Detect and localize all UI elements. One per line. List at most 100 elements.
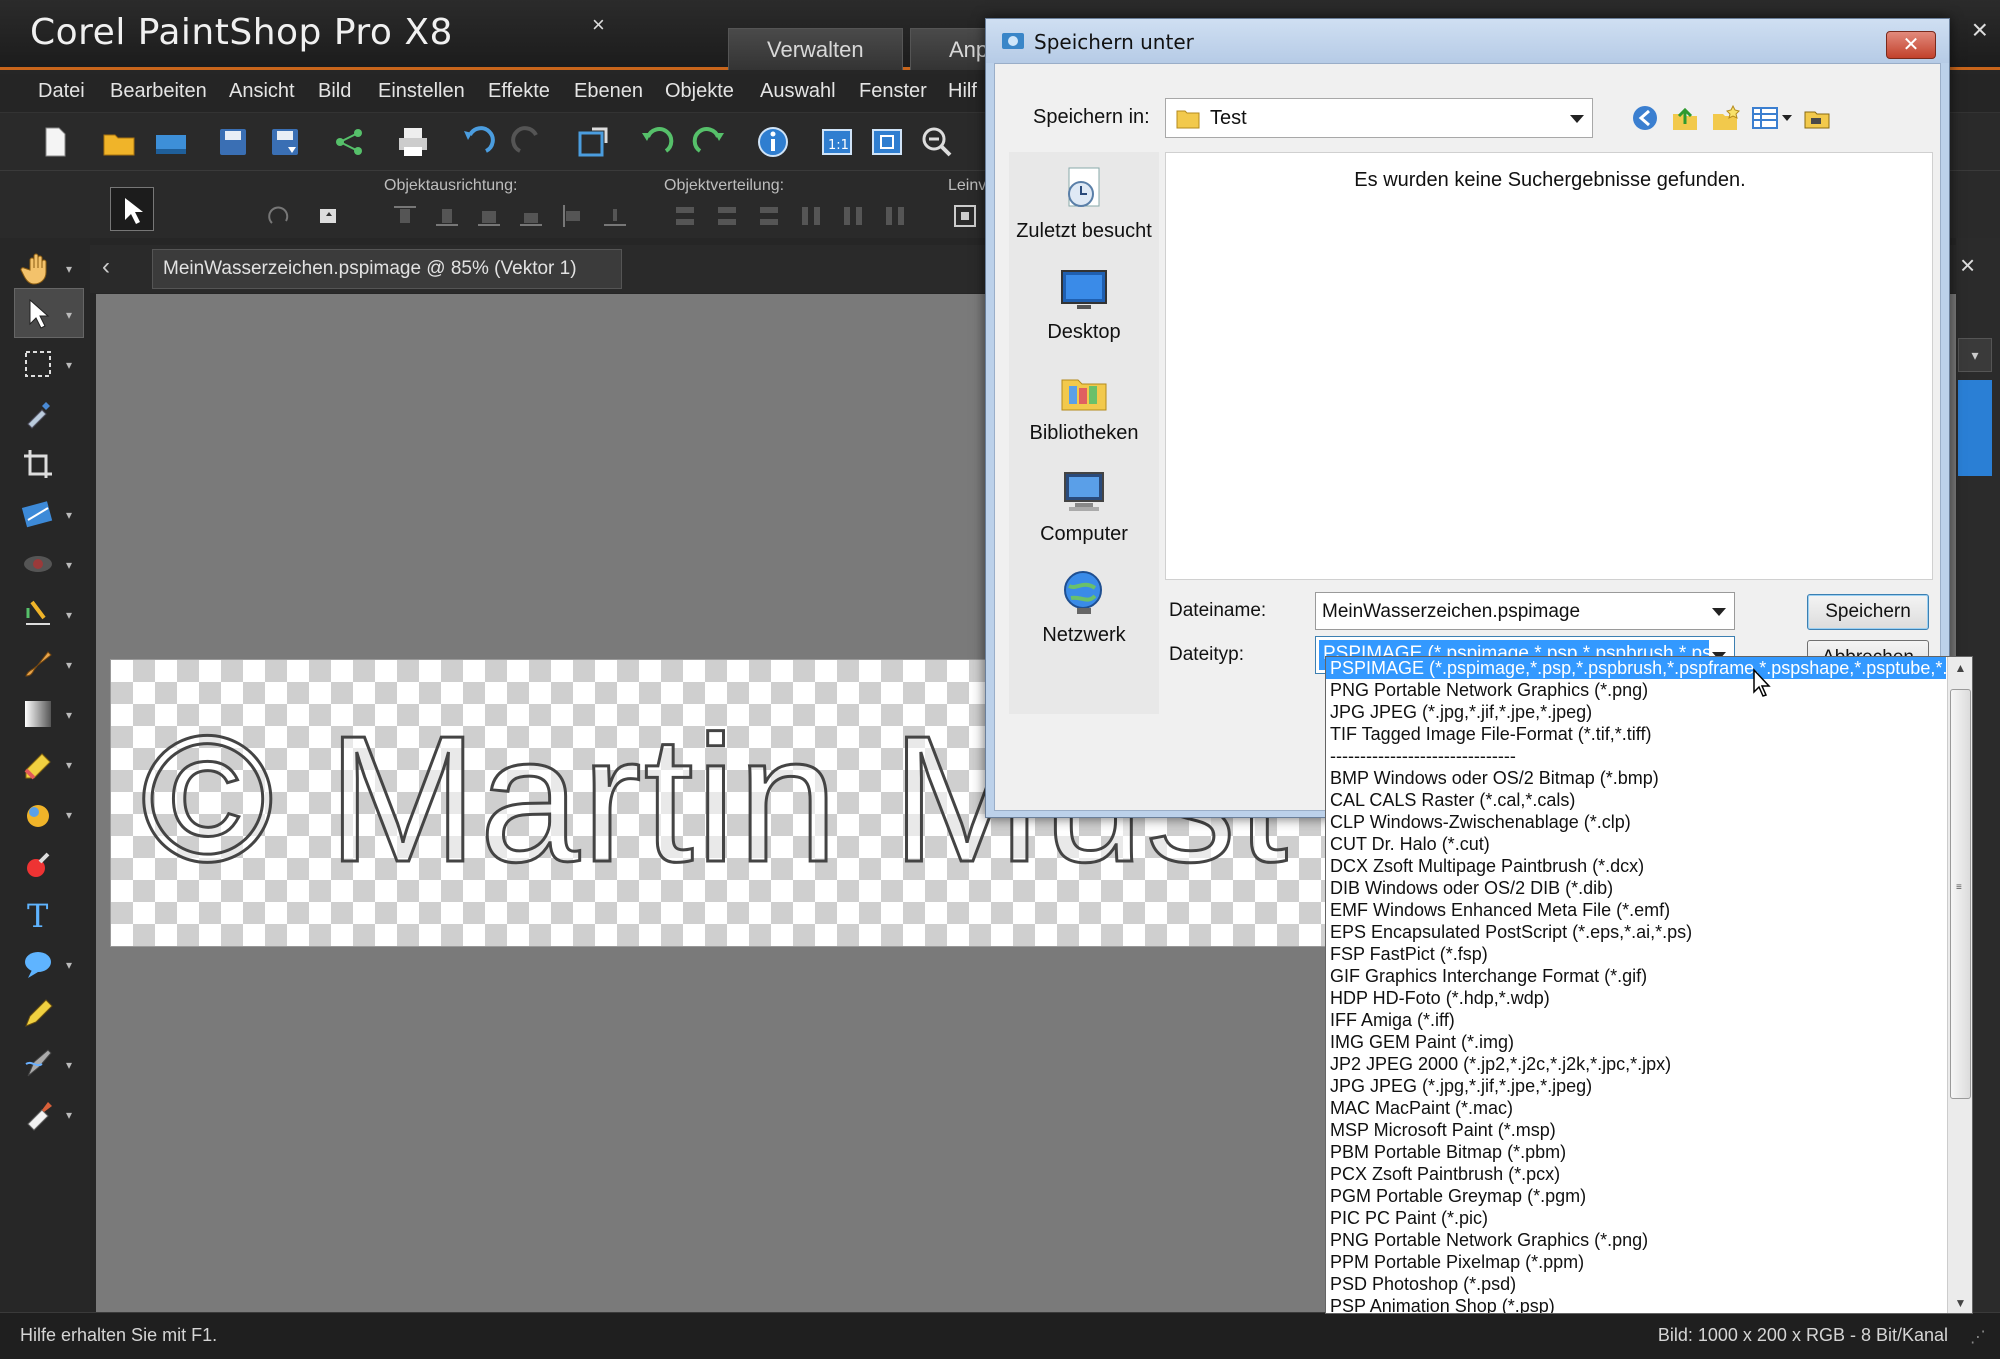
info-icon[interactable] [754, 123, 792, 161]
panel-close-icon[interactable]: × [1960, 250, 1975, 281]
warp-brush-icon[interactable] [18, 1044, 58, 1084]
filetype-option[interactable]: HDP HD-Foto (*.hdp,*.wdp) [1326, 987, 1946, 1009]
scroll-down-icon[interactable]: ▼ [1948, 1292, 1972, 1313]
scanner-icon[interactable] [152, 123, 190, 161]
share-icon[interactable] [330, 123, 368, 161]
filetype-option[interactable]: GIF Graphics Interchange Format (*.gif) [1326, 965, 1946, 987]
filetype-option[interactable]: BMP Windows oder OS/2 Bitmap (*.bmp) [1326, 767, 1946, 789]
save-button[interactable]: Speichern [1807, 594, 1929, 630]
pick-arrow-icon[interactable] [18, 294, 58, 334]
filetype-option[interactable]: FSP FastPict (*.fsp) [1326, 943, 1946, 965]
straighten-dropdown[interactable]: ▾ [66, 508, 76, 522]
new-folder-icon[interactable] [1709, 102, 1741, 134]
filetype-option[interactable]: IFF Amiga (*.iff) [1326, 1009, 1946, 1031]
filetype-option[interactable]: MSP Microsoft Paint (*.msp) [1326, 1119, 1946, 1141]
window-close-button[interactable]: × [1972, 14, 1988, 46]
pan-hand-icon[interactable] [18, 248, 58, 288]
filename-dropdown-icon[interactable] [1712, 608, 1726, 616]
menu-datei[interactable]: Datei [38, 80, 85, 103]
align-center-icon[interactable] [474, 201, 504, 231]
document-tab-close-icon[interactable]: × [592, 12, 605, 38]
filetype-option[interactable]: PGM Portable Greymap (*.pgm) [1326, 1185, 1946, 1207]
straighten-icon[interactable] [18, 494, 58, 534]
filetype-option[interactable]: TIF Tagged Image File-Format (*.tif,*.ti… [1326, 723, 1946, 745]
menu-bild[interactable]: Bild [318, 80, 351, 103]
oil-brush-dropdown[interactable]: ▾ [66, 1108, 76, 1122]
filetype-option[interactable]: ------------------------------- [1326, 745, 1946, 767]
dropdown-scrollbar[interactable]: ▲ ≡ ▼ [1947, 657, 1972, 1313]
menu-ebenen[interactable]: Ebenen [574, 80, 643, 103]
filetype-option[interactable]: PSP Animation Shop (*.psp) [1326, 1295, 1946, 1313]
filetype-option[interactable]: CAL CALS Raster (*.cal,*.cals) [1326, 789, 1946, 811]
filetype-option[interactable]: PCX Zsoft Paintbrush (*.pcx) [1326, 1163, 1946, 1185]
eraser-icon[interactable] [18, 744, 58, 784]
distribute-bottom-icon[interactable] [754, 201, 784, 231]
selection-rect-icon[interactable] [18, 344, 58, 384]
filetype-option[interactable]: JPG JPEG (*.jpg,*.jif,*.jpe,*.jpeg) [1326, 701, 1946, 723]
dialog-titlebar[interactable]: Speichern unter ✕ [986, 19, 1949, 63]
menu-auswahl[interactable]: Auswahl [760, 80, 836, 103]
zoom-out-icon[interactable] [918, 123, 956, 161]
crop-icon[interactable] [18, 444, 58, 484]
undo-icon[interactable] [458, 123, 496, 161]
selection-dropdown[interactable]: ▾ [66, 358, 76, 372]
filetype-option[interactable]: PNG Portable Network Graphics (*.png) [1326, 1229, 1946, 1251]
align-left-icon[interactable] [558, 201, 588, 231]
pan-tool-dropdown[interactable]: ▾ [66, 262, 76, 276]
place-libraries[interactable]: Bibliotheken [1009, 366, 1159, 466]
text-tool-icon[interactable]: T [18, 894, 58, 935]
align-top-icon[interactable] [390, 201, 420, 231]
save-as-icon[interactable] [266, 123, 304, 161]
filetype-option[interactable]: PBM Portable Bitmap (*.pbm) [1326, 1141, 1946, 1163]
filetype-option[interactable]: PPM Portable Pixelmap (*.ppm) [1326, 1251, 1946, 1273]
menu-hilfe[interactable]: Hilf [948, 80, 977, 103]
tabs-scroll-left-icon[interactable]: ‹ [102, 253, 110, 281]
filetype-option-selected[interactable]: PSPIMAGE (*.pspimage,*.psp,*.pspbrush,*.… [1326, 657, 1946, 679]
save-icon[interactable] [214, 123, 252, 161]
filetype-option[interactable]: EMF Windows Enhanced Meta File (*.emf) [1326, 899, 1946, 921]
filetype-option[interactable]: IMG GEM Paint (*.img) [1326, 1031, 1946, 1053]
place-desktop[interactable]: Desktop [1009, 265, 1159, 365]
warp-dropdown[interactable]: ▾ [66, 1058, 76, 1072]
menu-objekte[interactable]: Objekte [665, 80, 734, 103]
gradient-fill-icon[interactable] [18, 694, 58, 734]
panel-scroll-thumb[interactable] [1958, 380, 1992, 476]
preset-shape-icon[interactable] [18, 944, 58, 984]
convert-object-icon[interactable] [314, 201, 344, 231]
menu-effekte[interactable]: Effekte [488, 80, 550, 103]
pick-tool-dropdown[interactable]: ▾ [66, 308, 76, 322]
redo-icon[interactable] [510, 123, 548, 161]
paintbrush-icon[interactable] [18, 644, 58, 684]
actual-size-icon[interactable]: 1:1 [818, 123, 856, 161]
resize-icon[interactable] [574, 123, 612, 161]
filetype-option[interactable]: JPG JPEG (*.jpg,*.jif,*.jpe,*.jpeg) [1326, 1075, 1946, 1097]
distribute-right-icon[interactable] [880, 201, 910, 231]
menu-bearbeiten[interactable]: Bearbeiten [110, 80, 207, 103]
filetype-option[interactable]: CUT Dr. Halo (*.cut) [1326, 833, 1946, 855]
filetype-dropdown-list[interactable]: PSPIMAGE (*.pspimage,*.psp,*.pspbrush,*.… [1325, 656, 1973, 1314]
filetype-option[interactable]: PNG Portable Network Graphics (*.png) [1326, 679, 1946, 701]
red-eye-icon[interactable] [18, 544, 58, 584]
view-menu-icon[interactable] [1751, 102, 1795, 134]
folder-options-icon[interactable] [1801, 102, 1833, 134]
distribute-top-icon[interactable] [670, 201, 700, 231]
distribute-middle-icon[interactable] [712, 201, 742, 231]
distribute-center-icon[interactable] [838, 201, 868, 231]
picture-tube-dropdown[interactable]: ▾ [66, 808, 76, 822]
eyedropper-icon[interactable] [18, 394, 58, 434]
oil-brush-icon[interactable] [18, 1094, 58, 1134]
pen-tool-icon[interactable] [18, 994, 58, 1034]
filetype-option[interactable]: CLP Windows-Zwischenablage (*.clp) [1326, 811, 1946, 833]
gradient-dropdown[interactable]: ▾ [66, 708, 76, 722]
save-in-combo[interactable]: Test [1165, 98, 1593, 138]
place-recent[interactable]: Zuletzt besucht [1009, 164, 1159, 264]
resize-grip-icon[interactable]: ⋰ [1970, 1327, 1986, 1347]
picture-tube-icon[interactable] [18, 794, 58, 834]
print-icon[interactable] [394, 123, 432, 161]
fit-window-icon[interactable] [868, 123, 906, 161]
makeover-dropdown[interactable]: ▾ [66, 608, 76, 622]
makeover-icon[interactable] [18, 594, 58, 634]
scroll-up-icon[interactable]: ▲ [1948, 657, 1972, 679]
document-tab[interactable]: MeinWasserzeichen.pspimage @ 85% (Vektor… [152, 249, 622, 289]
rotate-left-icon[interactable] [638, 123, 676, 161]
